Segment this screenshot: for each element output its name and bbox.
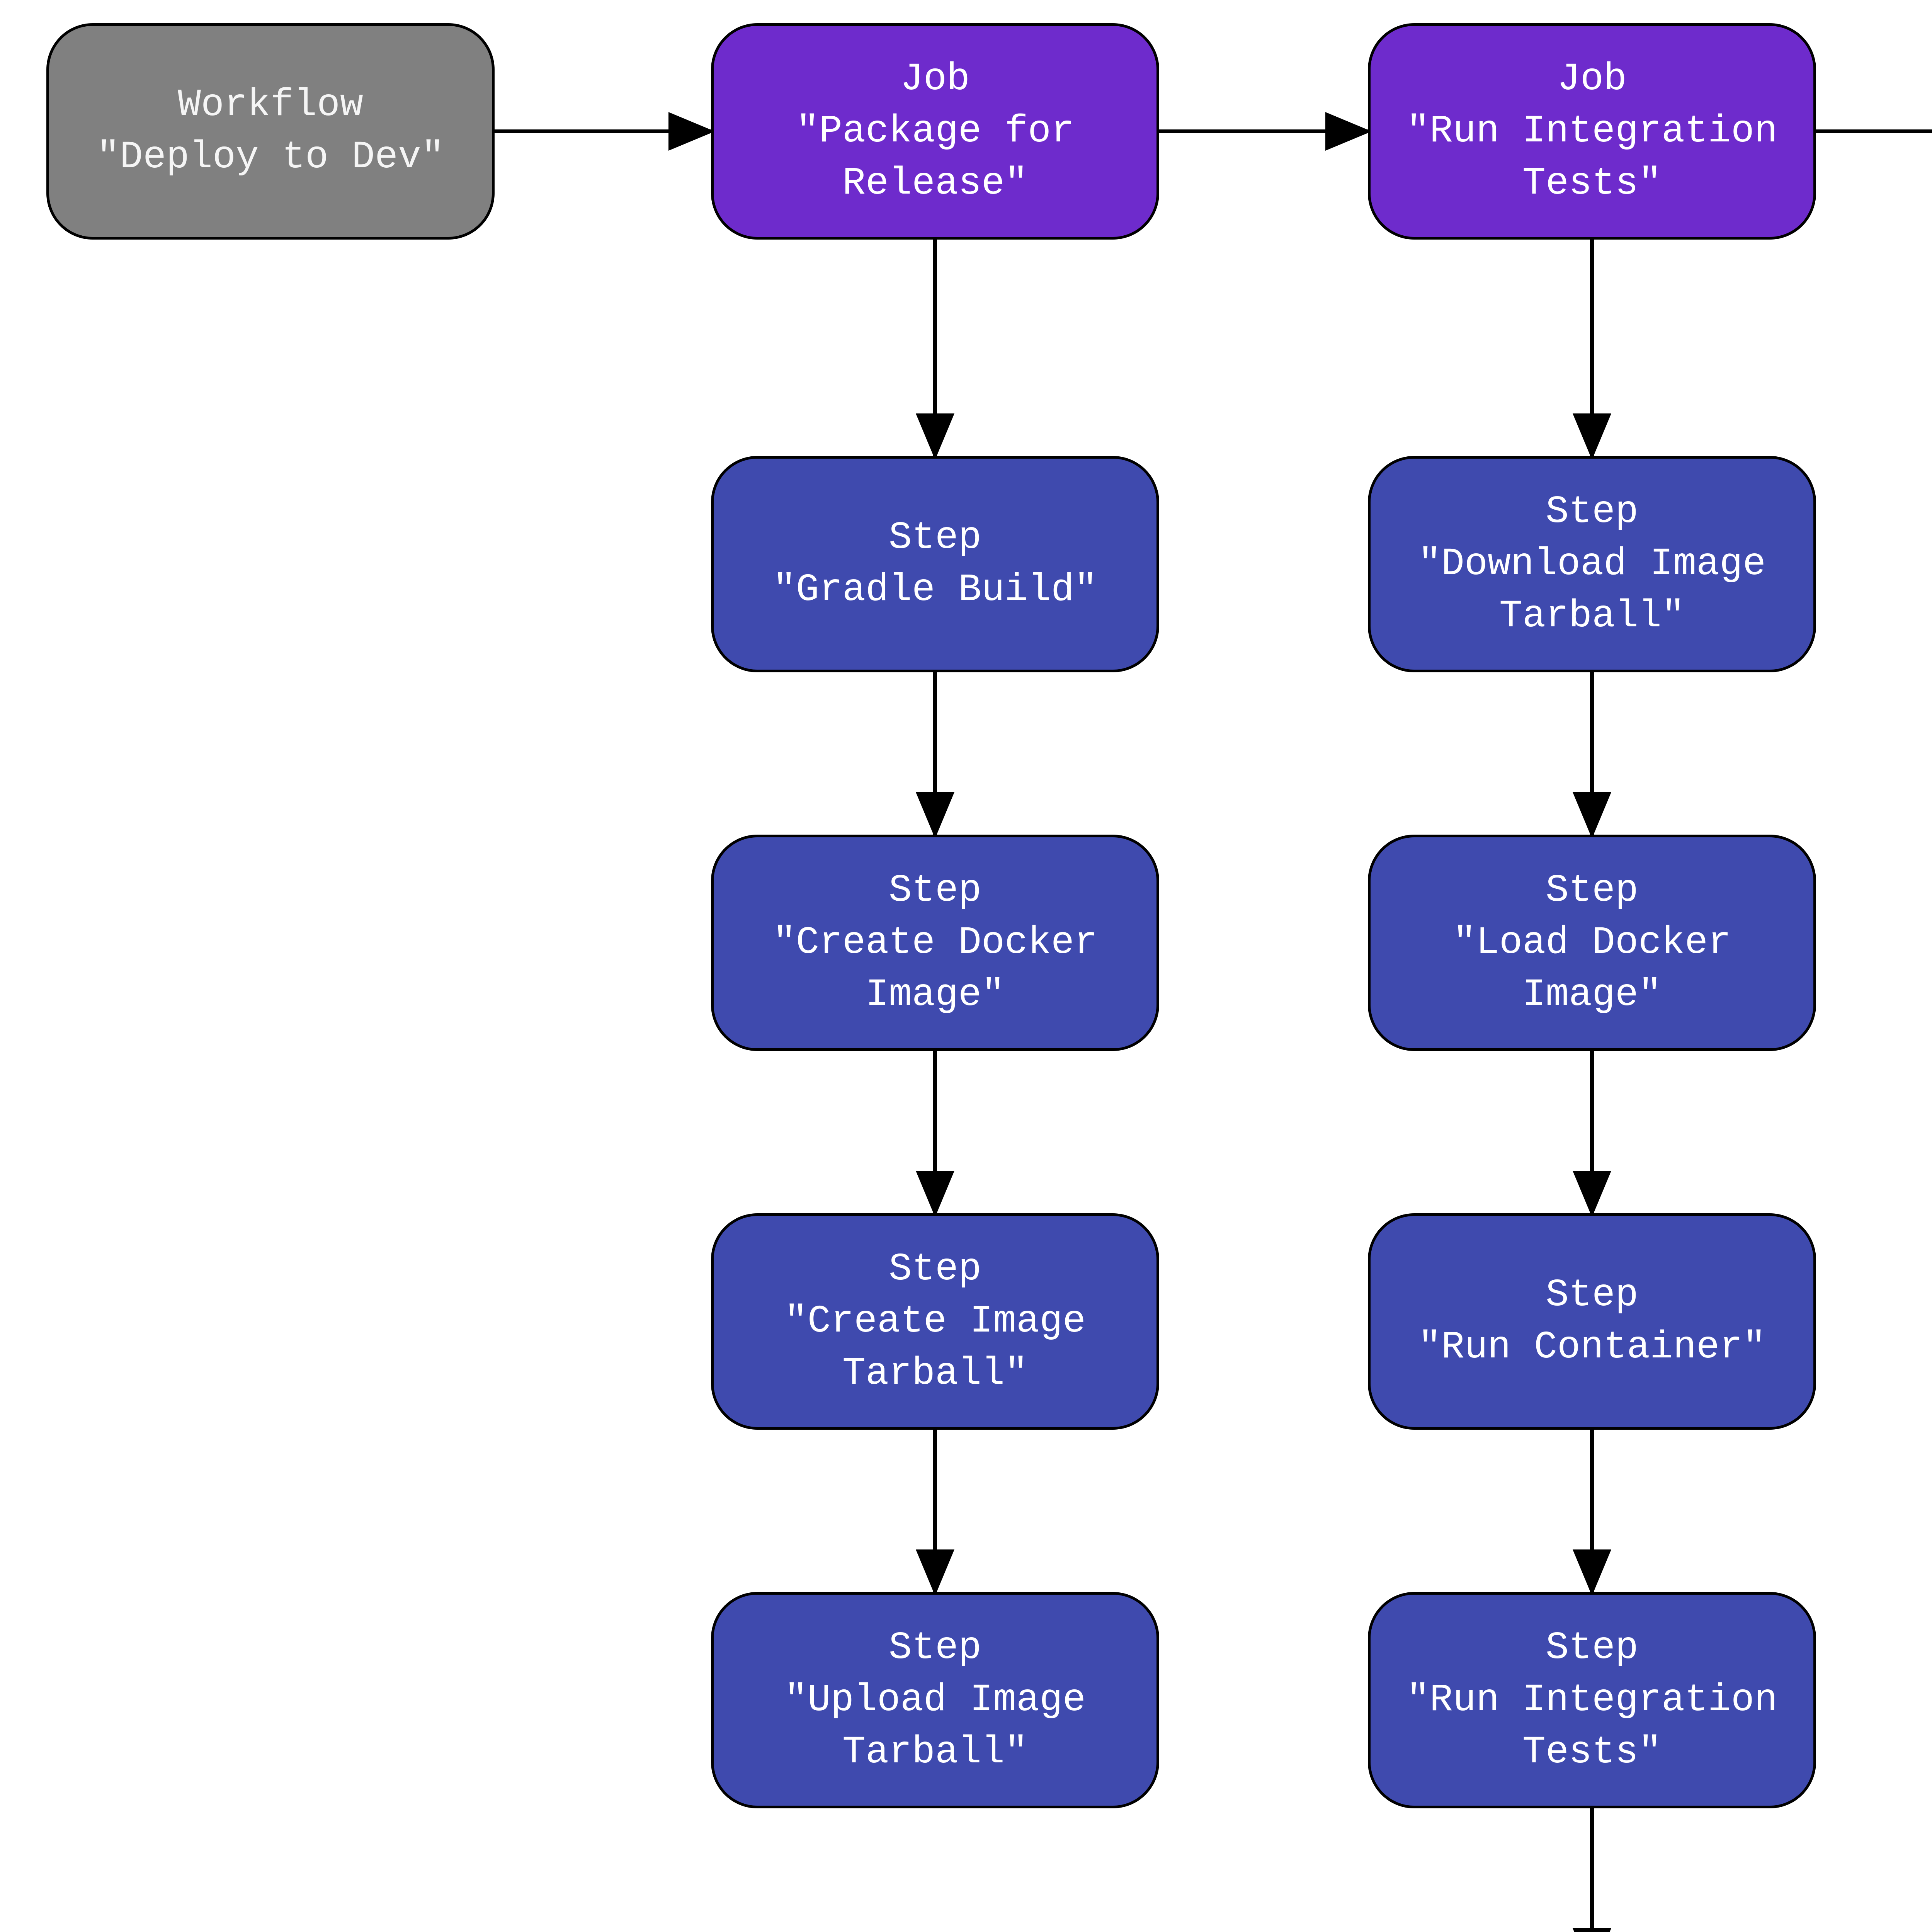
node-text: "Run Integration: [1406, 1674, 1777, 1726]
node-text: Step: [1546, 486, 1638, 538]
node-text: Tarball": [842, 1726, 1028, 1779]
node-text: "Upload Image: [784, 1674, 1086, 1726]
step-node-s_gb: Step"Gradle Build": [711, 456, 1159, 672]
node-text: Tests": [1522, 158, 1662, 210]
node-text: Step: [1546, 1269, 1638, 1321]
node-text: Image": [1522, 969, 1662, 1021]
step-node-s_ldi2: Step"Load DockerImage": [1368, 835, 1816, 1051]
step-node-s_rc: Step"Run Container": [1368, 1213, 1816, 1430]
node-text: "Create Image: [784, 1296, 1086, 1348]
step-node-s_cdi: Step"Create DockerImage": [711, 835, 1159, 1051]
node-text: Step: [1546, 1622, 1638, 1674]
node-text: Step: [889, 1243, 981, 1296]
node-text: Tarball": [842, 1348, 1028, 1400]
node-text: Tarball": [1499, 590, 1685, 643]
job-node-job_pkg: Job"Package forRelease": [711, 23, 1159, 240]
node-text: Tests": [1522, 1726, 1662, 1779]
step-node-s_uit: Step"Upload ImageTarball": [711, 1592, 1159, 1808]
node-text: "Gradle Build": [773, 564, 1097, 616]
flowchart-canvas: Workflow"Deploy to Dev"Job"Package forRe…: [0, 0, 1932, 1932]
node-text: "Deploy to Dev": [97, 131, 444, 184]
node-text: Step: [889, 865, 981, 917]
node-text: "Load Docker: [1453, 917, 1731, 969]
workflow-node-wf: Workflow"Deploy to Dev": [46, 23, 495, 240]
step-node-s_rit: Step"Run IntegrationTests": [1368, 1592, 1816, 1808]
node-text: Workflow: [178, 79, 363, 131]
node-text: Release": [842, 158, 1028, 210]
node-text: "Create Docker: [773, 917, 1097, 969]
node-text: Job: [1557, 53, 1627, 105]
node-text: "Download Image: [1418, 538, 1766, 590]
node-text: "Run Integration: [1406, 105, 1777, 158]
job-node-job_it: Job"Run IntegrationTests": [1368, 23, 1816, 240]
step-node-s_cit: Step"Create ImageTarball": [711, 1213, 1159, 1430]
node-text: Image": [866, 969, 1005, 1021]
node-text: "Run Container": [1418, 1321, 1766, 1374]
node-text: Step: [889, 1622, 981, 1674]
node-text: Step: [889, 512, 981, 564]
node-text: Step: [1546, 865, 1638, 917]
node-text: "Package for: [796, 105, 1074, 158]
node-text: Job: [900, 53, 970, 105]
step-node-s_dit2: Step"Download ImageTarball": [1368, 456, 1816, 672]
